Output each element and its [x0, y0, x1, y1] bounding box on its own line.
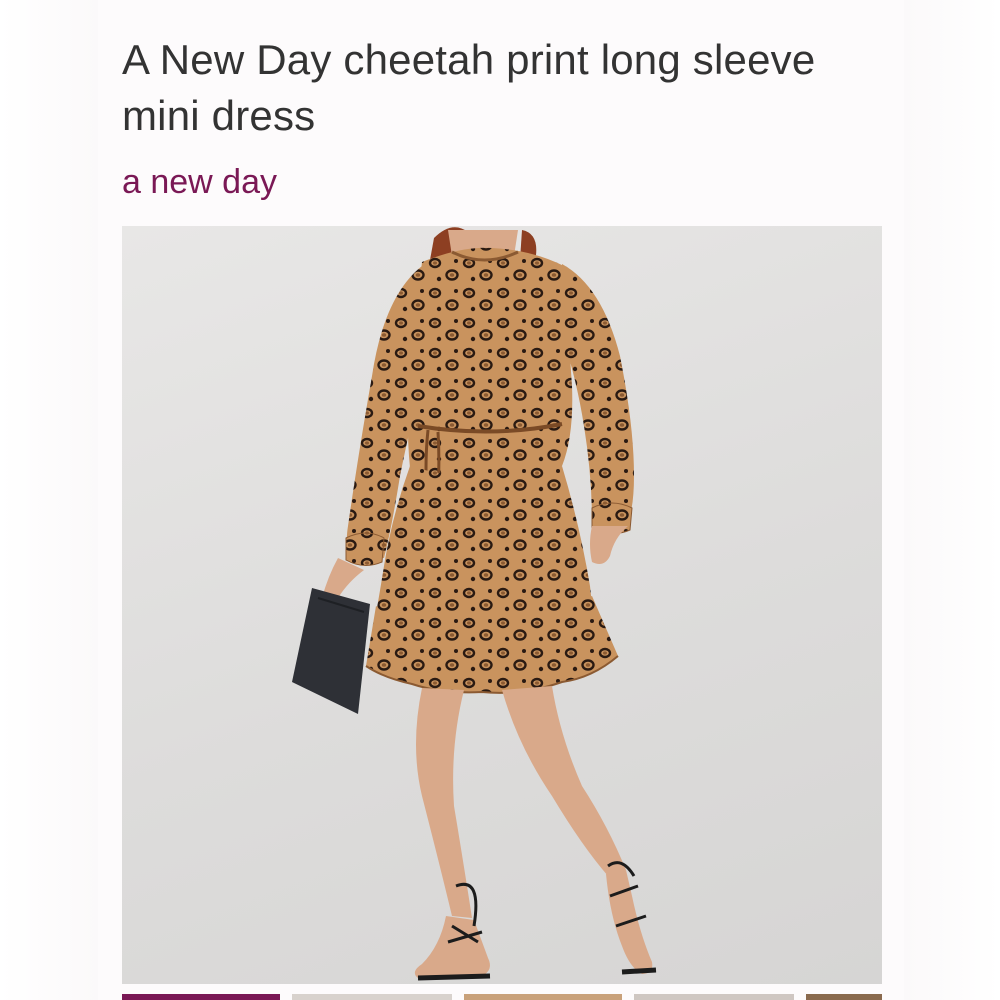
thumbnail-5[interactable] [806, 994, 882, 1000]
right-margin [904, 0, 1000, 1000]
product-hero-image[interactable] [122, 226, 882, 984]
thumbnail-2[interactable] [292, 994, 452, 1000]
thumbnail-1[interactable] [122, 994, 280, 1000]
product-card: A New Day cheetah print long sleeve mini… [98, 0, 904, 1000]
dress-photo-icon [292, 227, 657, 981]
brand-link[interactable]: a new day [122, 160, 277, 204]
thumbnail-3[interactable] [464, 994, 622, 1000]
left-margin [0, 0, 98, 1000]
product-title: A New Day cheetah print long sleeve mini… [122, 36, 816, 139]
thumbnail-strip [122, 994, 882, 1000]
thumbnail-4[interactable] [634, 994, 794, 1000]
